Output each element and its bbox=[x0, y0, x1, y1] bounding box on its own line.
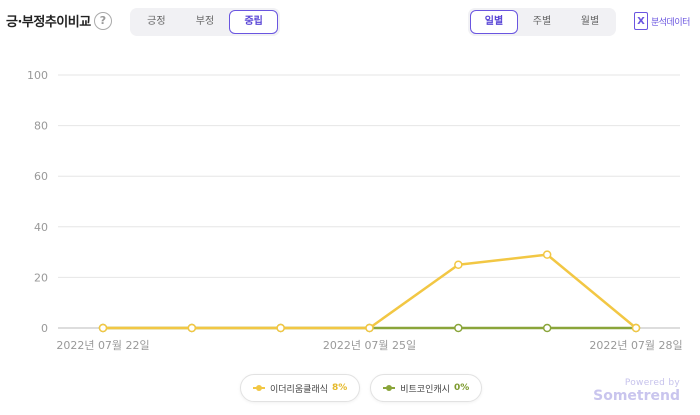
series-line-1 bbox=[103, 253, 637, 330]
legend-item-series-1[interactable]: 이더리움클래식 8% bbox=[240, 374, 361, 402]
y-tick-label: 100 bbox=[27, 69, 48, 82]
data-point-series-2 bbox=[542, 323, 552, 333]
line-chart: 0 20 40 60 80 100 2022년 07월 22일 2022년 07월 25일 20… bbox=[27, 69, 683, 352]
powered-by-label: Powered by bbox=[624, 378, 680, 388]
chart-legend: 이더리움클래식 8% 비트코인캐시 0% bbox=[240, 374, 483, 402]
legend-marker-icon bbox=[253, 384, 265, 392]
legend-marker-icon bbox=[383, 384, 396, 392]
y-tick-label: 20 bbox=[34, 271, 48, 284]
data-point-series-2 bbox=[454, 323, 463, 333]
y-tick-label: 0 bbox=[41, 322, 48, 335]
y-tick-label: 80 bbox=[34, 120, 48, 133]
legend-percent: 0% bbox=[453, 383, 470, 393]
data-point-series-1 bbox=[631, 323, 641, 333]
brand-name: Sometrend bbox=[593, 388, 680, 404]
data-point-series-1 bbox=[276, 323, 285, 333]
y-tick-label: 40 bbox=[34, 221, 48, 234]
legend-item-series-2[interactable]: 비트코인캐시 0% bbox=[370, 374, 483, 402]
data-point-series-1 bbox=[365, 323, 374, 333]
x-tick-label: 2022년 07월 25일 bbox=[323, 338, 416, 352]
x-tick-label: 2022년 07월 22일 bbox=[56, 338, 149, 352]
data-point-series-1 bbox=[542, 250, 552, 259]
data-point-series-1 bbox=[454, 260, 463, 269]
data-point-series-1 bbox=[98, 323, 108, 333]
legend-label: 비트코인캐시 bbox=[400, 384, 450, 395]
x-tick-label: 2022년 07월 28일 bbox=[589, 338, 682, 352]
data-point-series-1 bbox=[187, 323, 197, 333]
legend-percent: 8% bbox=[331, 383, 348, 393]
legend-label: 이더리움클래식 bbox=[270, 384, 328, 395]
y-tick-label: 60 bbox=[34, 170, 48, 183]
brand-logo: Powered by Sometrend bbox=[593, 378, 680, 404]
